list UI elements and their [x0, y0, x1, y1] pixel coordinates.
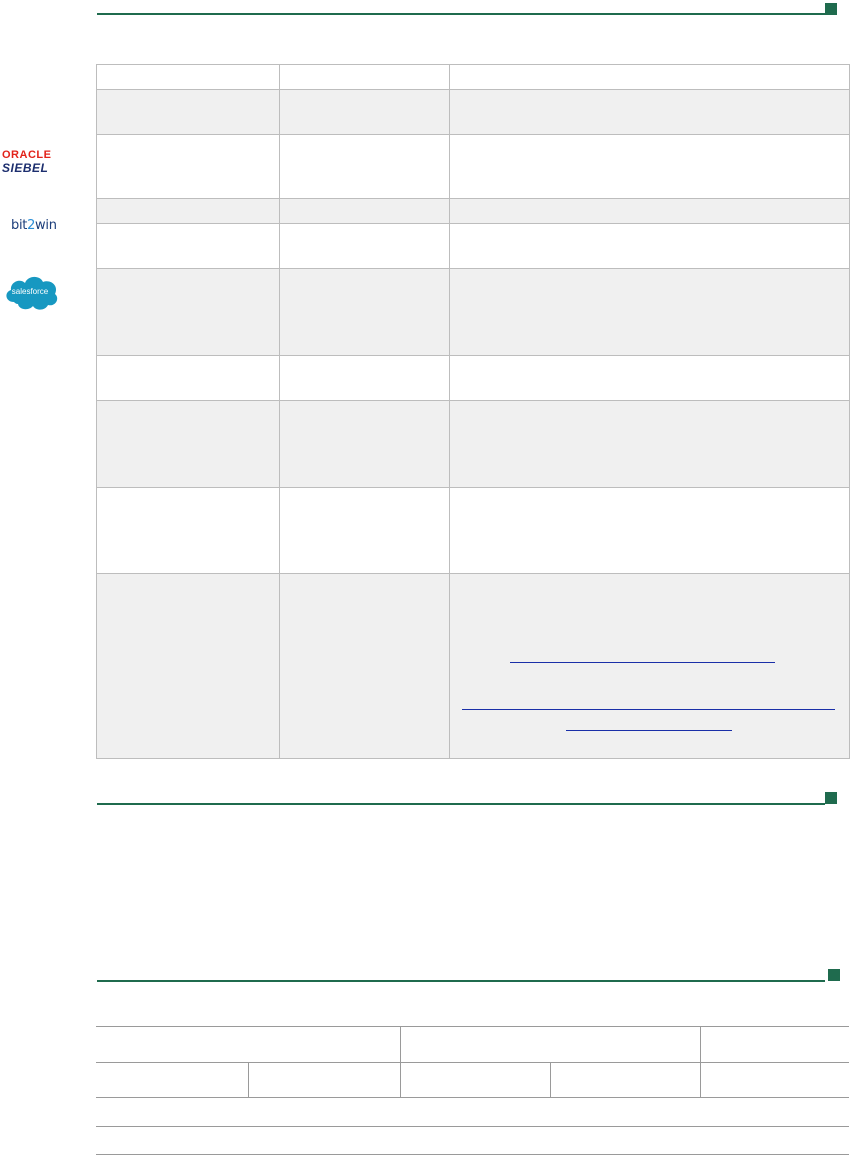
table-header-row	[96, 1026, 849, 1063]
section-rule-top-marker	[825, 3, 837, 15]
table-cell	[96, 268, 280, 356]
table-cell	[449, 400, 850, 488]
table-subheader-cell	[699, 1062, 849, 1098]
table-cell	[96, 487, 280, 574]
section-rule-middle	[97, 803, 825, 805]
table-subheader-row	[96, 1062, 849, 1098]
table-row	[96, 400, 850, 488]
table-cell	[96, 198, 280, 224]
table-cell	[96, 355, 280, 401]
table-cell	[449, 134, 850, 199]
table-cell	[279, 223, 450, 269]
table-cell	[96, 400, 280, 488]
table-cell	[449, 487, 850, 574]
table-cell	[279, 134, 450, 199]
table-row	[96, 268, 850, 356]
table-row	[96, 487, 850, 574]
table-row	[96, 573, 850, 759]
table-row	[96, 89, 850, 135]
oracle-wordmark: ORACLE	[2, 149, 52, 161]
section-rule-bottom	[97, 980, 825, 982]
table-cell	[279, 198, 450, 224]
table-header-cell	[699, 1026, 849, 1063]
table-cell	[279, 487, 450, 574]
table-row	[96, 223, 850, 269]
bit2win-logo: bit2win	[11, 218, 61, 236]
win-wordmark: win	[35, 218, 57, 233]
table-row	[96, 134, 850, 199]
table-cell	[279, 268, 450, 356]
table-subheader-cell	[96, 1062, 248, 1098]
table-cell	[96, 1097, 849, 1127]
salesforce-wordmark: salesforce	[12, 287, 49, 296]
table-cell	[96, 1126, 849, 1155]
table-cell	[449, 268, 850, 356]
bit-wordmark: bit	[11, 218, 28, 233]
table-cell	[449, 223, 850, 269]
table-subheader-cell	[549, 1062, 700, 1098]
table-cell	[449, 355, 850, 401]
table-cell	[96, 89, 280, 135]
reference-link-3[interactable]	[566, 730, 732, 731]
section-rule-top	[97, 13, 825, 15]
table-header-cell	[399, 1026, 700, 1063]
oracle-siebel-logo: ORACLE SIEBEL	[2, 149, 66, 175]
table-subheader-cell	[247, 1062, 400, 1098]
links-cell	[449, 573, 850, 759]
table-row	[96, 198, 850, 224]
table-cell	[96, 134, 280, 199]
table-row	[96, 1097, 849, 1127]
table-cell	[279, 89, 450, 135]
table-row	[96, 355, 850, 401]
salesforce-logo: salesforce	[2, 270, 60, 312]
salesforce-cloud-icon: salesforce	[6, 276, 58, 310]
info-table	[96, 64, 850, 759]
reference-link-1[interactable]	[510, 662, 775, 663]
summary-table	[96, 1026, 849, 1155]
table-row	[96, 1126, 849, 1155]
bit2win-accent: 2	[27, 218, 36, 233]
section-rule-bottom-marker	[828, 969, 840, 981]
table-row	[96, 64, 850, 90]
table-cell	[449, 198, 850, 224]
table-cell	[96, 223, 280, 269]
table-cell	[449, 64, 850, 90]
table-cell	[279, 573, 450, 759]
table-cell	[279, 64, 450, 90]
table-cell	[96, 573, 280, 759]
table-cell	[279, 400, 450, 488]
table-header-cell	[96, 1026, 400, 1063]
table-subheader-cell	[399, 1062, 550, 1098]
section-rule-middle-marker	[825, 792, 837, 804]
table-cell	[279, 355, 450, 401]
reference-link-2[interactable]	[462, 709, 835, 710]
table-cell	[449, 89, 850, 135]
siebel-wordmark: SIEBEL	[2, 161, 49, 175]
table-cell	[96, 64, 280, 90]
